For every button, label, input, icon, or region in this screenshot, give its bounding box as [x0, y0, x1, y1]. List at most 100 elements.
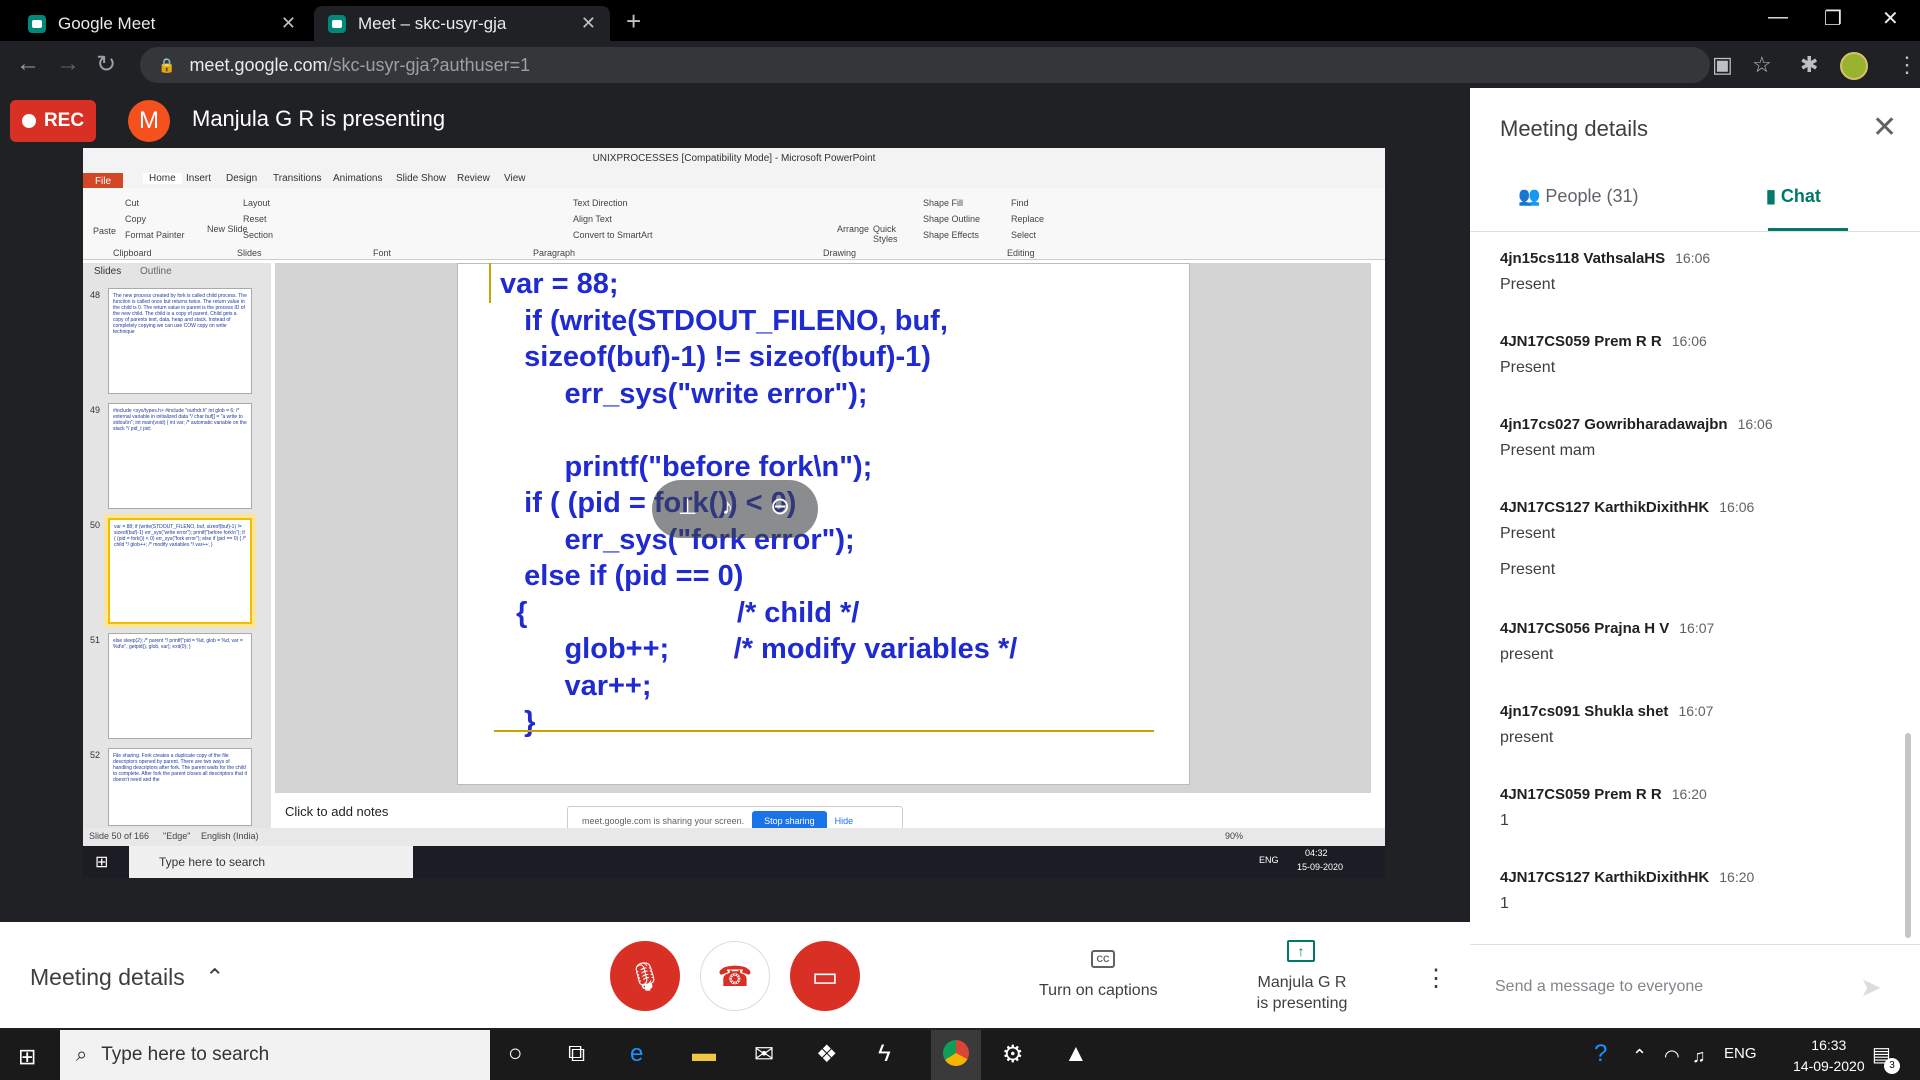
- ppt-copy[interactable]: Copy: [125, 214, 146, 224]
- tab-people[interactable]: 👥 People (31): [1518, 186, 1638, 207]
- presenter-tile-overlay[interactable]: ⊥ ♪ ⊖: [652, 480, 818, 538]
- help-icon[interactable]: ?: [1594, 1040, 1607, 1068]
- tab-google-meet[interactable]: Google Meet ✕: [14, 6, 310, 41]
- tray-clock[interactable]: 16:33 14-09-2020: [1793, 1035, 1865, 1077]
- present-screen-icon[interactable]: ↑: [1287, 940, 1315, 962]
- ppt-align-text[interactable]: Align Text: [573, 214, 612, 224]
- send-icon[interactable]: ➤: [1860, 972, 1882, 1003]
- ppt-replace[interactable]: Replace: [1011, 214, 1044, 224]
- cast-icon[interactable]: ▣: [1712, 52, 1733, 78]
- slide-thumbnail-selected[interactable]: var = 88; if (write(STDOUT_FILENO, buf, …: [108, 518, 252, 624]
- ppt-arrange[interactable]: Arrange: [837, 224, 869, 234]
- ppt-tab-insert[interactable]: Insert: [186, 173, 211, 184]
- dropbox-icon[interactable]: ❖: [816, 1040, 838, 1069]
- tab-close-icon[interactable]: ✕: [581, 13, 596, 34]
- network-icon[interactable]: ◠: [1664, 1046, 1680, 1067]
- slide-thumbnail[interactable]: The new process created by fork is calle…: [108, 288, 252, 394]
- volume-icon[interactable]: ♫: [1692, 1046, 1706, 1067]
- tray-chevron-up-icon[interactable]: ⌃: [1632, 1046, 1647, 1067]
- ppt-cut[interactable]: Cut: [125, 198, 139, 208]
- ppt-shape-fill[interactable]: Shape Fill: [923, 198, 963, 208]
- task-view-icon[interactable]: ⧉: [568, 1040, 585, 1068]
- file-explorer-icon[interactable]: ▬: [692, 1040, 716, 1068]
- forward-arrow-icon[interactable]: →: [56, 50, 80, 78]
- taskbar-search-box[interactable]: ⌕ Type here to search: [60, 1030, 490, 1080]
- ppt-tab-home[interactable]: Home: [143, 173, 182, 184]
- window-close-button[interactable]: ✕: [1882, 6, 1899, 31]
- tab-chat[interactable]: ▮ Chat: [1766, 186, 1821, 207]
- pane-tab-outline[interactable]: Outline: [140, 266, 172, 277]
- hide-button[interactable]: Hide: [835, 816, 854, 826]
- ppt-ribbon-tabs: File Home Insert Design Transitions Anim…: [83, 170, 1385, 191]
- mic-off-button[interactable]: 🎙: [610, 941, 680, 1011]
- slide-thumbnail[interactable]: File sharing. Fork creates a duplicate c…: [108, 748, 252, 826]
- ppt-layout[interactable]: Layout: [243, 198, 270, 208]
- new-tab-button[interactable]: +: [626, 6, 641, 37]
- ppt-tab-review[interactable]: Review: [457, 173, 490, 184]
- ppt-select[interactable]: Select: [1011, 230, 1036, 240]
- reload-icon[interactable]: ↻: [96, 50, 116, 79]
- close-icon[interactable]: ✕: [1872, 110, 1897, 145]
- thumb-number: 49: [90, 405, 101, 415]
- ppt-new-slide[interactable]: New Slide: [207, 224, 248, 234]
- slide-thumbnail[interactable]: #include <sys/types.h> #include "ourhdr.…: [108, 403, 252, 509]
- windows-start-icon[interactable]: ⊞: [18, 1044, 36, 1070]
- ppt-section[interactable]: Section: [243, 230, 273, 240]
- profile-avatar[interactable]: [1840, 52, 1868, 80]
- ppt-shape-outline[interactable]: Shape Outline: [923, 214, 980, 224]
- settings-gear-icon[interactable]: ⚙: [1002, 1040, 1024, 1069]
- more-options-icon[interactable]: ⋮: [1424, 964, 1448, 993]
- tab-chat-label: Chat: [1780, 186, 1821, 206]
- bookmark-star-icon[interactable]: ☆: [1752, 52, 1772, 78]
- ppt-format-painter[interactable]: Format Painter: [125, 230, 185, 240]
- tray-language[interactable]: ENG: [1724, 1045, 1757, 1062]
- captions-button-label[interactable]: Turn on captions: [1039, 982, 1158, 1000]
- extensions-puzzle-icon[interactable]: ✱: [1800, 52, 1818, 78]
- pin-icon[interactable]: ⊥: [678, 494, 697, 520]
- leave-call-button[interactable]: ☎: [700, 941, 770, 1011]
- back-arrow-icon[interactable]: ←: [16, 50, 40, 78]
- ppt-quick-styles[interactable]: Quick Styles: [873, 224, 907, 244]
- ppt-tab-animations[interactable]: Animations: [333, 173, 382, 184]
- ppt-text-direction[interactable]: Text Direction: [573, 198, 628, 208]
- camera-off-button[interactable]: ▭: [790, 941, 860, 1011]
- maximize-button[interactable]: ❐: [1824, 6, 1842, 31]
- minimize-button[interactable]: —: [1768, 6, 1788, 29]
- mail-icon[interactable]: ✉: [754, 1040, 774, 1069]
- shared-taskbar-search: Type here to search: [129, 846, 413, 878]
- ppt-find[interactable]: Find: [1011, 198, 1029, 208]
- remove-icon[interactable]: ⊖: [770, 492, 790, 521]
- ppt-tab-slideshow[interactable]: Slide Show: [396, 173, 446, 184]
- presenting-button[interactable]: Manjula G R is presenting: [1230, 972, 1374, 1014]
- message-time: 16:07: [1678, 703, 1714, 719]
- tab-close-icon[interactable]: ✕: [281, 13, 296, 34]
- captions-icon[interactable]: CC: [1091, 950, 1115, 968]
- ppt-reset[interactable]: Reset: [243, 214, 267, 224]
- message-time: 16:20: [1719, 869, 1755, 885]
- mute-speaker-icon[interactable]: ♪: [722, 494, 733, 520]
- ppt-tab-design[interactable]: Design: [226, 173, 257, 184]
- mic-off-icon: 🎙: [627, 960, 663, 992]
- photos-icon[interactable]: ▲: [1064, 1040, 1088, 1068]
- tab-meet-active[interactable]: Meet – skc-usyr-gja ✕: [314, 6, 610, 41]
- edge-icon[interactable]: e: [630, 1040, 643, 1068]
- ppt-tab-transitions[interactable]: Transitions: [273, 173, 322, 184]
- chrome-taskbar-button[interactable]: [931, 1030, 981, 1080]
- meeting-details-toggle[interactable]: Meeting details ⌃: [30, 964, 224, 991]
- ppt-paste[interactable]: Paste: [93, 226, 116, 236]
- ppt-convert-smartart[interactable]: Convert to SmartArt: [573, 230, 653, 240]
- slide-thumbnail[interactable]: else sleep(2); /* parent */ printf("pid …: [108, 633, 252, 739]
- chat-message-input[interactable]: Send a message to everyone: [1495, 978, 1703, 996]
- recording-badge[interactable]: REC: [10, 100, 96, 142]
- ppt-tab-view[interactable]: View: [504, 173, 526, 184]
- chat-scrollbar[interactable]: [1905, 733, 1911, 938]
- address-bar[interactable]: 🔒 meet.google.com /skc-usyr-gja?authuser…: [140, 47, 1710, 83]
- slide-underline: [494, 730, 1154, 732]
- chrome-menu-icon[interactable]: ⋮: [1896, 52, 1918, 78]
- pane-tab-slides[interactable]: Slides: [94, 266, 121, 277]
- ppt-shape-effects[interactable]: Shape Effects: [923, 230, 979, 240]
- lightning-app-icon[interactable]: ϟ: [878, 1040, 891, 1068]
- cortana-icon[interactable]: ○: [508, 1040, 523, 1068]
- send-divider: [1470, 944, 1920, 945]
- status-zoom[interactable]: 90%: [1225, 831, 1243, 841]
